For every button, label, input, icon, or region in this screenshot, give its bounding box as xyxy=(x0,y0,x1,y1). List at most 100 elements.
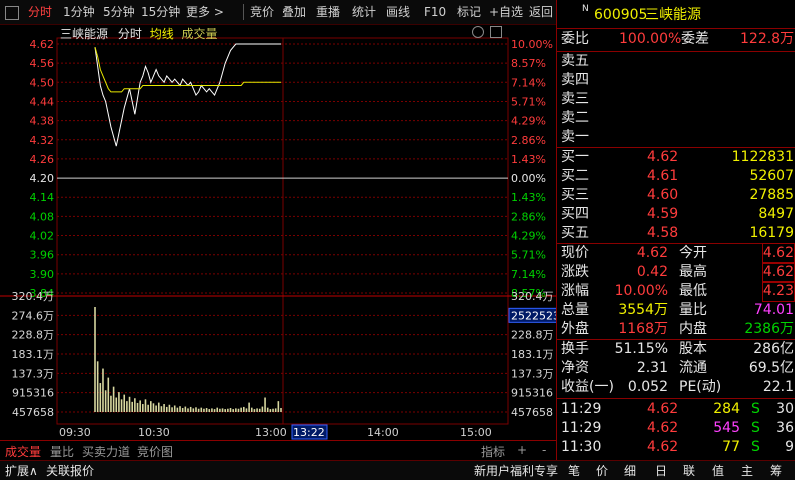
tab-price[interactable]: 价 xyxy=(596,462,608,479)
avg-price-line xyxy=(94,47,281,93)
tab-volume[interactable]: 成交量 xyxy=(5,443,41,460)
tab-linked[interactable]: 联 xyxy=(683,462,695,479)
trade-tick-row[interactable]: 11:29 4.62 545 S 36 xyxy=(557,419,795,438)
pct-tick-label: 5.71% xyxy=(511,249,546,262)
tab-volume-ratio[interactable]: 量比 xyxy=(50,443,74,460)
pct-tick-label: 10.00% xyxy=(511,38,553,51)
buy-level-row[interactable]: 买三 4.60 27885 xyxy=(557,186,795,205)
buy-level-row[interactable]: 买一 4.62 1122831 xyxy=(557,148,795,167)
stock-code: 600905 xyxy=(594,7,648,23)
quote-stat-row: 涨幅 10.00% 最低 4.23 xyxy=(557,281,795,302)
fundamental-row: 净资 2.31 流通 69.5亿 xyxy=(557,359,795,378)
stats-button[interactable]: 统计 xyxy=(352,4,376,20)
tab-main[interactable]: 主 xyxy=(741,462,753,479)
tab-auction-chart[interactable]: 竞价图 xyxy=(137,443,173,460)
pct-tick-label: 8.57% xyxy=(511,57,546,70)
stat-value: 1168万 xyxy=(618,321,668,337)
quote-stat-row: 总量 3554万 量比 74.01 xyxy=(557,301,795,320)
volume-tick-label: 228.8万 xyxy=(12,329,55,342)
price-tick-label: 4.56 xyxy=(30,57,55,70)
fundamental-row: 收益(一) 0.052 PE(动) 22.1 xyxy=(557,378,795,397)
sell-level-row[interactable]: 卖二 xyxy=(557,109,795,128)
intraday-chart[interactable]: 4.62 4.56 4.50 4.44 4.38 4.32 4.26 4.20 4.14 4.08… xyxy=(0,24,560,440)
buy-level-label: 买一 xyxy=(561,149,589,165)
tick-price: 4.62 xyxy=(647,439,679,455)
price-tick-label: 4.62 xyxy=(30,38,55,51)
tab-detail[interactable]: 细 xyxy=(624,462,636,479)
tab-fenshi[interactable]: 分时 xyxy=(28,4,52,20)
tab-1min[interactable]: 1分钟 xyxy=(63,4,95,20)
stat-label: 外盘 xyxy=(561,321,589,337)
stat-label: 最低 xyxy=(679,283,707,299)
buy-price: 4.61 xyxy=(647,168,679,184)
sell-level-row[interactable]: 卖一 xyxy=(557,128,795,147)
buy-level-row[interactable]: 买四 4.59 8497 xyxy=(557,205,795,224)
legend-mode: 分时 xyxy=(117,27,142,41)
tab-15min[interactable]: 15分钟 xyxy=(141,4,180,20)
time-label: 15:00 xyxy=(460,426,492,439)
time-label: 13:22 xyxy=(293,426,325,439)
pct-tick-label: 2.86% xyxy=(511,210,546,223)
buy-volume: 1122831 xyxy=(731,149,794,165)
volume-tick-label: 320.4万 xyxy=(12,290,55,303)
related-quotes-button[interactable]: 关联报价 xyxy=(46,462,94,479)
buy-level-row[interactable]: 买五 4.58 16179 xyxy=(557,224,795,243)
indicator-tabs: 成交量 量比 买卖力道 竞价图 指标 + - xyxy=(0,440,556,461)
fund-value: 0.052 xyxy=(627,379,668,395)
tab-buy-sell-power[interactable]: 买卖力道 xyxy=(82,443,130,460)
stat-label: 今开 xyxy=(679,245,707,261)
expand-button[interactable]: 扩展∧ xyxy=(5,462,38,479)
intraday-chart-panel[interactable]: 4.62 4.56 4.50 4.44 4.38 4.32 4.26 4.20 4.14 4.08… xyxy=(0,24,560,440)
tick-side: S xyxy=(751,420,760,436)
price-tick-label: 3.90 xyxy=(30,268,55,281)
fundamental-row: 换手 51.15% 股本 286亿 xyxy=(557,340,795,359)
new-user-benefit-link[interactable]: 新用户福利专享 xyxy=(474,462,558,479)
replay-button[interactable]: 重播 xyxy=(316,4,340,20)
tick-count: 9 xyxy=(785,439,794,455)
add-watchlist-button[interactable]: +自选 xyxy=(489,4,523,20)
time-label: 09:30 xyxy=(59,426,91,439)
tick-volume: 77 xyxy=(722,439,740,455)
buy-level-row[interactable]: 买二 4.61 52607 xyxy=(557,167,795,186)
pct-tick-label: 1.43% xyxy=(511,153,546,166)
tick-side: S xyxy=(751,401,760,417)
stat-label: 总量 xyxy=(561,302,589,318)
buy-price: 4.58 xyxy=(647,225,679,241)
tab-value[interactable]: 值 xyxy=(712,462,724,479)
indicator-button[interactable]: 指标 xyxy=(481,443,505,460)
mark-button[interactable]: 标记 xyxy=(457,4,481,20)
tab-chips[interactable]: 筹 xyxy=(770,462,782,479)
back-button[interactable]: 返回 xyxy=(529,4,553,20)
tab-daily[interactable]: 日 xyxy=(655,462,667,479)
window-icon[interactable] xyxy=(490,26,502,38)
tick-side: S xyxy=(751,439,760,455)
zoom-out-button[interactable]: - xyxy=(542,443,546,457)
fund-label: 净资 xyxy=(561,360,589,376)
f10-button[interactable]: F10 xyxy=(424,4,446,20)
window-menu-icon[interactable] xyxy=(5,6,19,20)
sell-level-label: 卖二 xyxy=(561,110,589,126)
sell-level-row[interactable]: 卖四 xyxy=(557,71,795,90)
tab-5min[interactable]: 5分钟 xyxy=(103,4,135,20)
tab-trades[interactable]: 笔 xyxy=(568,462,580,479)
chart-legend: 三峡能源 分时 均线 成交量 xyxy=(60,25,218,42)
fund-value: 69.5亿 xyxy=(748,360,794,376)
quote-panel: N 600905 三峡能源 委比 100.00% 委差 122.8万 卖五 卖四… xyxy=(556,0,795,460)
tick-price: 4.62 xyxy=(647,420,679,436)
sell-level-row[interactable]: 卖五 xyxy=(557,52,795,71)
settings-icon[interactable] xyxy=(472,26,484,38)
price-tick-label: 4.20 xyxy=(30,172,55,185)
auction-button[interactable]: 竞价 xyxy=(250,4,274,20)
time-label: 13:00 xyxy=(255,426,287,439)
draw-line-button[interactable]: 画线 xyxy=(386,4,410,20)
status-bar: 扩展∧ 关联报价 新用户福利专享 笔 价 细 日 联 值 主 筹 xyxy=(0,460,795,480)
trade-tick-row[interactable]: 11:30 4.62 77 S 9 xyxy=(557,438,795,457)
quote-stat-row: 外盘 1168万 内盘 2386万 xyxy=(557,320,795,339)
overlay-button[interactable]: 叠加 xyxy=(282,4,306,20)
trade-tick-row[interactable]: 11:29 4.62 284 S 30 xyxy=(557,400,795,419)
price-tick-label: 4.08 xyxy=(30,210,55,223)
sell-level-row[interactable]: 卖三 xyxy=(557,90,795,109)
zoom-in-button[interactable]: + xyxy=(517,443,527,457)
legend-avg-line: 均线 xyxy=(149,27,174,41)
more-periods-button[interactable]: 更多 > xyxy=(186,4,224,20)
